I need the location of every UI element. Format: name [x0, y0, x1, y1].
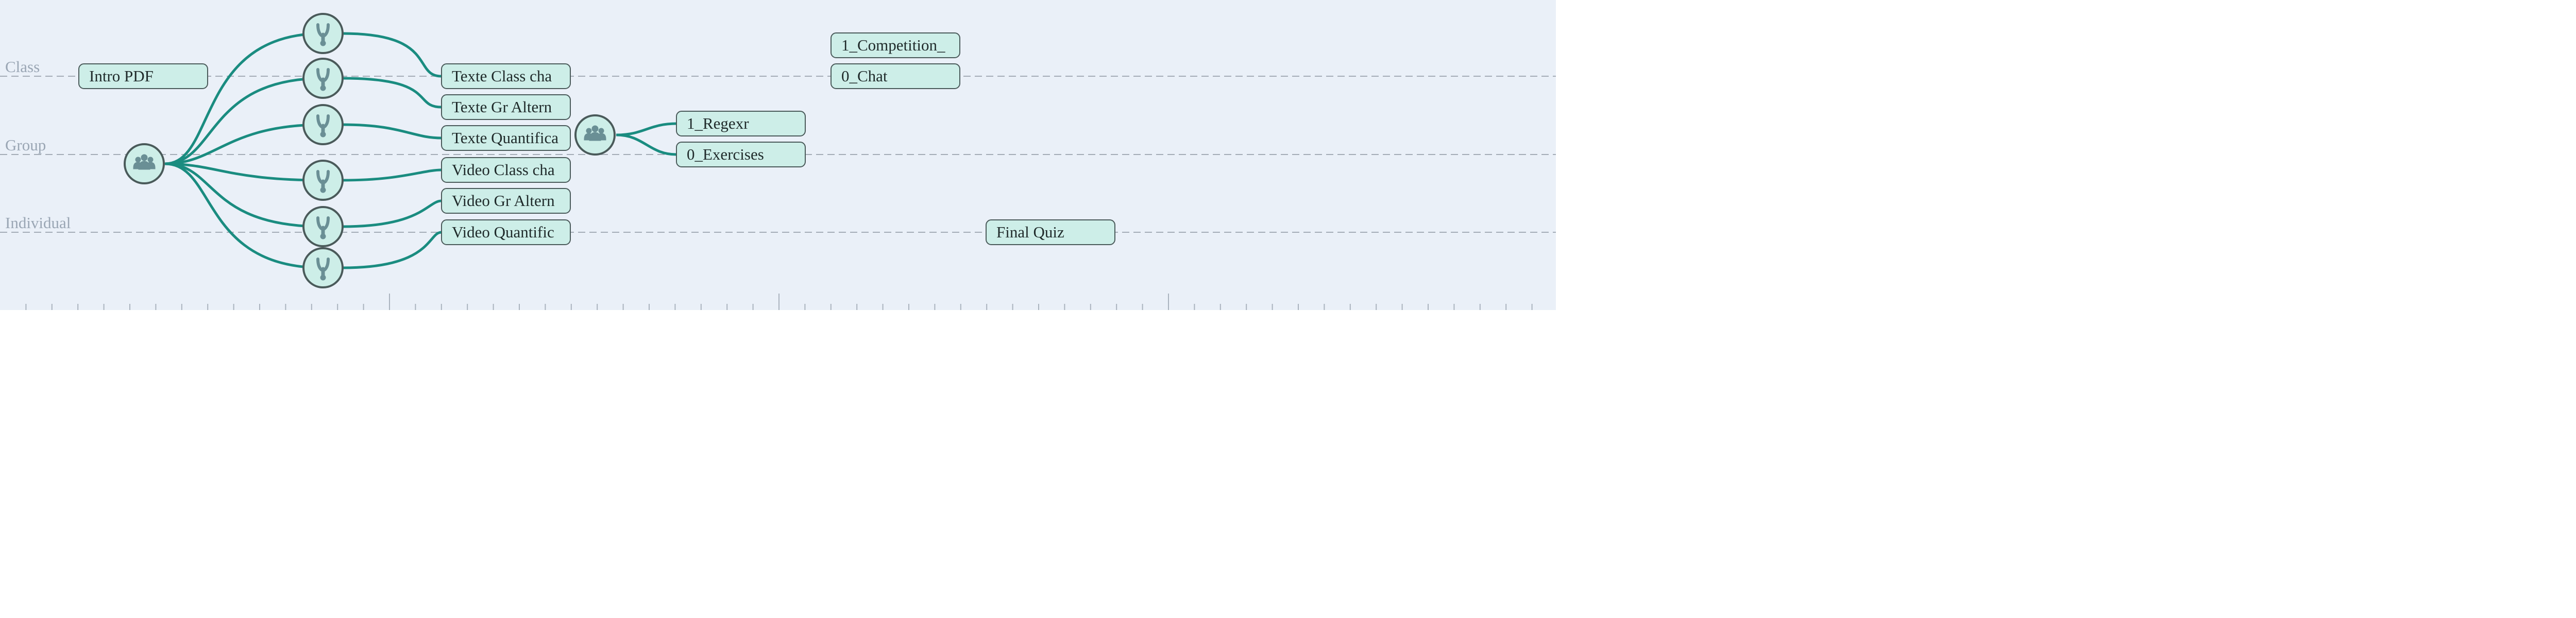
- learning-design-diagram: Class Group Individual Intro PDF Texte Cl…: [0, 0, 1556, 310]
- activity-label: Intro PDF: [89, 67, 154, 85]
- fork-node-6[interactable]: [302, 247, 344, 288]
- diagram-canvas: Class Group Individual Intro PDF Texte Cl…: [0, 0, 2576, 618]
- activity-texte-quant[interactable]: Texte Quantifica: [441, 125, 571, 151]
- activity-label: Video Quantific: [452, 223, 554, 241]
- activity-chat[interactable]: 0_Chat: [831, 63, 960, 89]
- activity-label: 0_Chat: [841, 67, 888, 85]
- activity-texte-gr[interactable]: Texte Gr Altern: [441, 94, 571, 120]
- activity-video-gr[interactable]: Video Gr Altern: [441, 188, 571, 214]
- activity-regexr[interactable]: 1_Regexr: [676, 111, 806, 136]
- activity-video-quant[interactable]: Video Quantific: [441, 219, 571, 245]
- fork-node-5[interactable]: [302, 206, 344, 247]
- lane-label-class: Class: [5, 58, 40, 76]
- activity-competition[interactable]: 1_Competition_: [831, 32, 960, 58]
- activity-label: 1_Regexr: [687, 114, 749, 132]
- activity-label: 1_Competition_: [841, 36, 945, 54]
- activity-video-class[interactable]: Video Class cha: [441, 157, 571, 183]
- activity-label: Texte Class cha: [452, 67, 552, 85]
- activity-label: Video Class cha: [452, 161, 555, 179]
- activity-exercises[interactable]: 0_Exercises: [676, 142, 806, 167]
- activity-label: Final Quiz: [996, 223, 1064, 241]
- fork-node-1[interactable]: [302, 13, 344, 54]
- group-node-2[interactable]: [574, 114, 616, 156]
- fork-node-3[interactable]: [302, 104, 344, 145]
- group-node-start[interactable]: [124, 143, 165, 184]
- activity-final-quiz[interactable]: Final Quiz: [986, 219, 1115, 245]
- activity-label: Texte Gr Altern: [452, 98, 552, 116]
- lane-label-individual: Individual: [5, 214, 71, 232]
- activity-label: Texte Quantifica: [452, 129, 558, 147]
- activity-intro[interactable]: Intro PDF: [78, 63, 208, 89]
- fork-node-2[interactable]: [302, 58, 344, 99]
- lane-label-group: Group: [5, 136, 46, 154]
- activity-texte-class[interactable]: Texte Class cha: [441, 63, 571, 89]
- activity-label: 0_Exercises: [687, 145, 764, 163]
- activity-label: Video Gr Altern: [452, 192, 555, 210]
- fork-node-4[interactable]: [302, 160, 344, 201]
